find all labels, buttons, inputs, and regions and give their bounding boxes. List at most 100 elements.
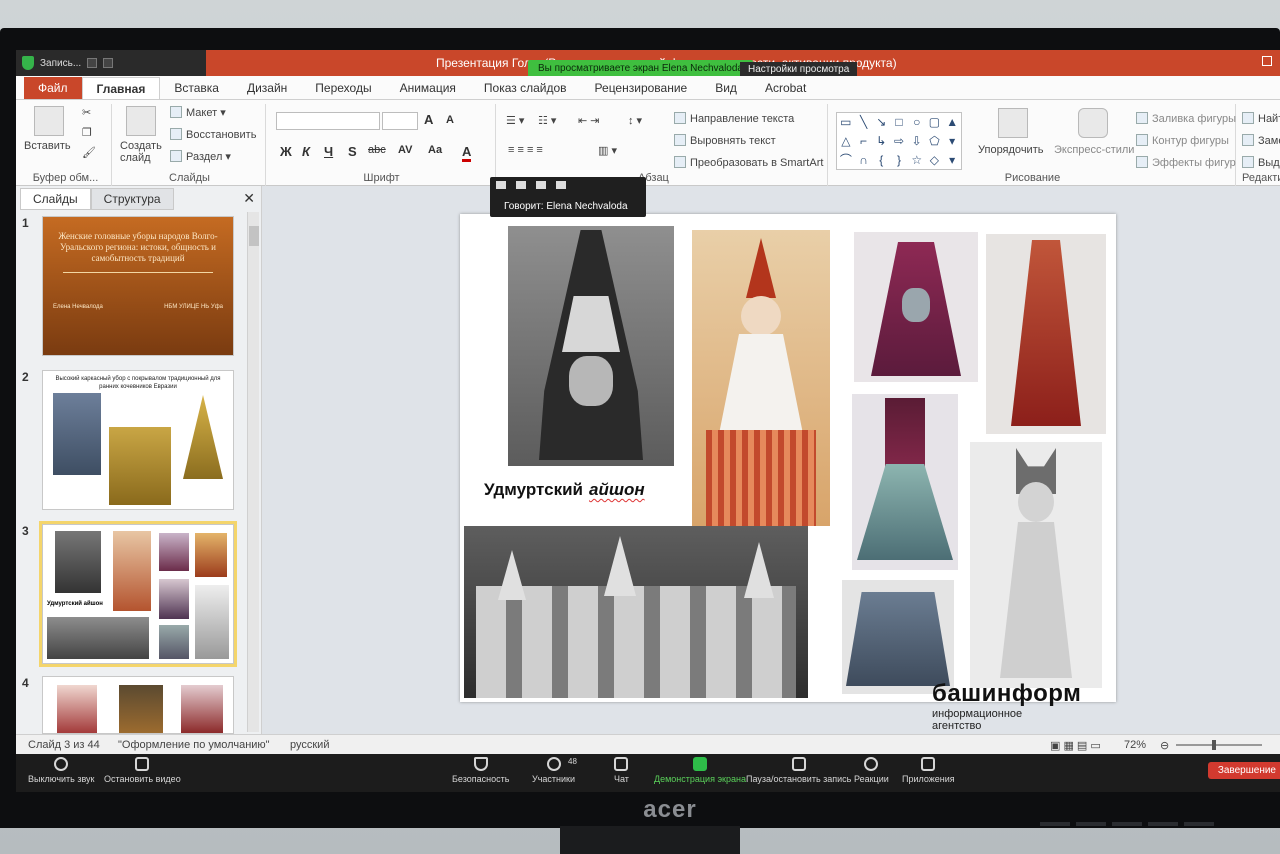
zoom-mini-toolbar[interactable]: Говорит: Elena Nechvaloda [490,177,646,217]
shape-pentagon-icon[interactable]: ⬠ [926,132,944,151]
shape-rounded-icon[interactable]: ▢ [926,113,944,132]
shape-curve-icon[interactable]: ⌒ [837,151,855,170]
font-color-button[interactable]: A [462,144,472,162]
stop-video-button[interactable]: Остановить видео [104,757,181,784]
zoom-slider-handle[interactable] [1212,740,1216,750]
slide-thumb-2[interactable]: Высокий каркасный убор с покрывалом трад… [42,370,234,510]
new-slide-icon[interactable] [126,106,156,136]
shape-connector-icon[interactable]: ⌐ [855,132,873,151]
tab-transitions[interactable]: Переходы [301,77,385,99]
tab-file[interactable]: Файл [24,77,82,99]
paste-button[interactable]: Вставить [24,140,71,152]
slide-thumb-1[interactable]: Женские головные уборы народов Волго-Ура… [42,216,234,356]
film-strip-icon[interactable] [536,181,546,189]
case-button[interactable]: Aa [428,144,442,156]
smartart-button[interactable]: Преобразовать в SmartArt [674,156,823,169]
shrink-font-icon[interactable]: A [446,114,454,126]
replace-button[interactable]: Заменить [1242,134,1280,147]
shape-triangle-icon[interactable]: △ [837,132,855,151]
slide-thumb-3[interactable]: Удмуртский айшон [39,521,237,667]
shape-star-icon[interactable]: ☆ [908,151,926,170]
scroll-knob[interactable] [249,226,259,246]
shape-effects-button[interactable]: Эффекты фигур [1136,156,1236,169]
shape-outline-button[interactable]: Контур фигуры [1136,134,1229,147]
arrange-icon[interactable] [998,108,1028,138]
shape-brace-open-icon[interactable]: { [872,151,890,170]
panel-tab-outline[interactable]: Структура [90,188,174,210]
bold-button[interactable]: Ж [280,144,292,159]
shape-extra-icon[interactable]: ◇ [926,151,944,170]
tab-acrobat[interactable]: Acrobat [751,77,820,99]
arrange-button[interactable]: Упорядочить [978,144,1043,156]
quick-styles-button[interactable]: Экспресс-стили [1054,144,1134,156]
apps-button[interactable]: Приложения [902,757,955,784]
security-button[interactable]: Безопасность [452,757,509,784]
shapes-gallery[interactable]: ▭ ╲ ↘ □ ○ ▢ ▲ △ ⌐ ↳ ⇨ ⇩ ⬠ ▾ ⌒ ∩{} ☆ ◇ ▾ [836,112,962,170]
indent-icon[interactable]: ⇤ ⇥ [578,114,600,127]
quick-styles-icon[interactable] [1078,108,1108,138]
bullets-icon[interactable]: ☰ ▾ [506,114,524,127]
panel-tab-slides[interactable]: Слайды [20,188,91,210]
shape-down-arrow-icon[interactable]: ⇩ [908,132,926,151]
shape-arc-icon[interactable]: ∩ [855,151,873,170]
panel-scrollbar[interactable] [247,212,259,732]
select-button[interactable]: Выделить [1242,156,1280,169]
view-buttons[interactable]: ▣ ▦ ▤ ▭ [1050,739,1101,752]
shape-arrow-icon[interactable]: ↘ [872,113,890,132]
tab-view[interactable]: Вид [701,77,751,99]
underline-button[interactable]: Ч [324,144,333,159]
shape-oval-icon[interactable]: ○ [908,113,926,132]
zoom-out-icon[interactable]: ⊖ [1160,739,1169,752]
columns-icon[interactable]: ▥ ▾ [598,144,617,157]
help-icon[interactable] [1262,56,1272,66]
tab-insert[interactable]: Вставка [160,77,233,99]
tab-home[interactable]: Главная [81,77,161,99]
zoom-recording-pill[interactable]: Запись... [16,50,206,76]
slide-thumb-4[interactable] [42,676,234,734]
shape-rect-icon[interactable]: □ [890,113,908,132]
status-language[interactable]: русский [290,739,329,751]
strike-button[interactable]: abc [368,144,386,156]
layout-button[interactable]: Макет ▾ [170,106,226,119]
shadow-button[interactable]: S [348,144,357,159]
shape-elbow-icon[interactable]: ↳ [872,132,890,151]
tab-animation[interactable]: Анимация [386,77,470,99]
reactions-button[interactable]: Реакции [854,757,889,784]
align-text-button[interactable]: Выровнять текст [674,134,776,147]
pause-icon[interactable] [87,58,98,68]
shape-line-icon[interactable]: ╲ [855,113,873,132]
zoom-slider[interactable] [1176,740,1262,750]
reset-button[interactable]: Восстановить [170,128,256,141]
cut-icon[interactable]: ✂ [82,106,91,119]
chat-button[interactable]: Чат [614,757,629,784]
grow-font-icon[interactable]: A [424,112,433,127]
speaker-view-icon[interactable] [516,181,526,189]
shape-textbox-icon[interactable]: ▭ [837,113,855,132]
numbering-icon[interactable]: ☷ ▾ [538,114,556,127]
shape-more-icon[interactable]: ▾ [943,132,961,151]
gallery-icon[interactable] [556,181,566,189]
paste-icon[interactable] [34,106,64,136]
end-meeting-button[interactable]: Завершение [1207,762,1280,779]
share-screen-button[interactable]: Демонстрация экрана [654,757,746,784]
zoom-level[interactable]: 72% [1124,739,1146,751]
pause-recording-button[interactable]: Пауза/остановить запись [746,757,851,784]
spacing-button[interactable]: AV [398,144,412,156]
shape-fill-button[interactable]: Заливка фигуры [1136,112,1236,125]
tab-slideshow[interactable]: Показ слайдов [470,77,581,99]
current-slide[interactable]: Удмуртский айшон [460,214,1116,702]
shape-right-arrow-icon[interactable]: ⇨ [890,132,908,151]
new-slide-button[interactable]: Создать слайд [120,140,166,164]
italic-button[interactable]: К [302,144,310,159]
format-painter-icon[interactable]: 🖌 [82,146,96,159]
copy-icon[interactable]: ❐ [82,126,92,139]
minimize-icon[interactable] [496,181,506,189]
close-icon[interactable]: ✕ [243,190,255,207]
shape-brace-close-icon[interactable]: } [890,151,908,170]
stop-icon[interactable] [103,58,114,68]
align-icons[interactable]: ≡ ≡ ≡ ≡ [508,144,543,156]
font-size-input[interactable] [382,112,418,130]
tab-review[interactable]: Рецензирование [581,77,702,99]
mute-button[interactable]: Выключить звук [28,757,95,784]
line-spacing-icon[interactable]: ↕ ▾ [628,114,642,127]
